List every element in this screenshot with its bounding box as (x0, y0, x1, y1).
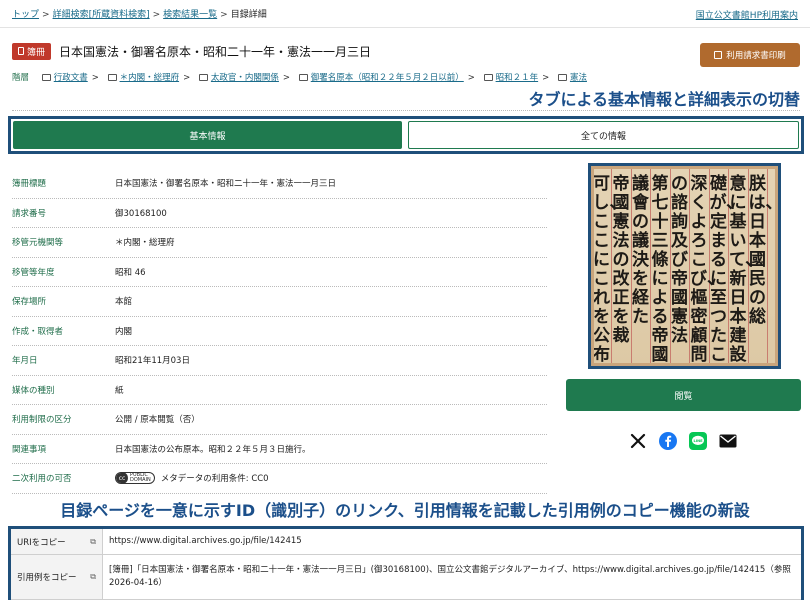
metadata-value: 御30168100 (115, 208, 167, 219)
copy-icon: ⧉ (90, 572, 96, 581)
metadata-label: 移管等年度 (12, 267, 55, 278)
metadata-label: 年月日 (12, 356, 38, 367)
metadata-table: 簿冊標題 日本国憲法・御署名原本・昭和二十一年・憲法一一月三日請求番号 御30168… (12, 169, 547, 494)
metadata-value: 本館 (115, 297, 133, 308)
metadata-row: 作成・取得者 内閣 (12, 317, 547, 346)
hierarchy-item[interactable]: 昭和２１年 (496, 73, 539, 83)
hierarchy-item[interactable]: 太政官・内閣関係 (211, 73, 279, 83)
folder-icon (298, 74, 308, 81)
line-icon[interactable]: LINE (688, 431, 708, 451)
hierarchy-item[interactable]: 行政文書 (54, 73, 88, 83)
view-button[interactable]: 閲覧 (566, 379, 801, 411)
print-icon (714, 51, 723, 59)
hp-guide-link[interactable]: 国立公文書館HP利用案内 (696, 8, 798, 21)
annotation-tabs: タブによる基本情報と詳細表示の切替 (528, 90, 800, 109)
breadcrumb-results-link[interactable]: 検索結果一覧 (163, 10, 217, 20)
print-request-button[interactable]: 利用請求書印刷 (700, 43, 800, 67)
metadata-row: 請求番号 御30168100 (12, 199, 547, 228)
cc-circle: cc (116, 473, 128, 484)
citation-frame: URIをコピー ⧉ https://www.digital.archives.g… (8, 526, 804, 600)
breadcrumb-advanced-search-link[interactable]: 詳細検索[所蔵資料検索] (53, 10, 150, 20)
metadata-row: 媒体の種別 紙 (12, 376, 547, 405)
manuscript-column: 深くよろこび、樞密顧問 (690, 174, 724, 364)
metadata-row: 利用制限の区分 公開 / 原本閲覧（否） (12, 405, 547, 435)
copy-citation-button[interactable]: 引用例をコピー ⧉ (11, 555, 103, 599)
metadata-value-text: メタデータの利用条件: CC0 (160, 474, 269, 485)
folder-icon (483, 74, 493, 81)
cc0-badge-text: PUBLIC DOMAIN (130, 473, 151, 483)
metadata-label: 利用制限の区分 (12, 415, 72, 426)
hierarchy-item[interactable]: ＊内閣・総理府 (120, 73, 180, 83)
tab-basic-info[interactable]: 基本情報 (13, 121, 402, 149)
breadcrumb-top-link[interactable]: トップ (12, 10, 39, 20)
metadata-label: 関連事項 (12, 444, 47, 455)
metadata-label: 簿冊標題 (12, 179, 47, 190)
annotation-citation: 目録ページを一意に示すID（識別子）のリンク、引用情報を記載した引用例のコピー機… (60, 501, 750, 520)
metadata-value: 日本国憲法・御署名原本・昭和二十一年・憲法一一月三日 (115, 179, 337, 190)
metadata-value: ＊内閣・総理府 (115, 238, 175, 249)
divider (12, 110, 800, 111)
manuscript-column: 第七十三條による帝國 (651, 174, 669, 364)
citation-row: 引用例をコピー ⧉ [簿冊]「日本国憲法・御署名原本・昭和二十一年・憲法一一月三… (11, 555, 801, 600)
breadcrumb: トップ > 詳細検索[所蔵資料検索] > 検索結果一覧 > 目録詳細 (12, 10, 267, 20)
metadata-value: 昭和 46 (115, 267, 146, 278)
manuscript-column: 議會の議決を経た (632, 174, 649, 327)
cc0-badge-line: DOMAIN (130, 477, 151, 484)
metadata-value: 昭和21年11月03日 (115, 356, 190, 367)
uri-row: URIをコピー ⧉ https://www.digital.archives.g… (11, 529, 801, 555)
metadata-row: 簿冊標題 日本国憲法・御署名原本・昭和二十一年・憲法一一月三日 (12, 169, 547, 199)
manuscript-column: 可し、ここにこれを公布せしめる。 (594, 174, 627, 364)
metadata-label: 二次利用の可否 (12, 474, 72, 485)
cc0-license-icon[interactable]: cc PUBLIC DOMAIN (115, 472, 155, 485)
svg-text:LINE: LINE (693, 439, 703, 443)
thumbnail-frame[interactable]: 朕は、日本國民の総意に基いて、新日本建設の礎が、定まるに至つたことを、深くよろこ… (588, 163, 781, 369)
metadata-value: 紙 (115, 385, 124, 396)
share-icons: LINE (628, 431, 738, 451)
folder-icon (557, 74, 567, 81)
metadata-value: 内閣 (115, 326, 133, 337)
record-type-badge: 簿冊 (12, 42, 52, 60)
metadata-value: cc PUBLIC DOMAIN メタデータの利用条件: CC0 (115, 472, 269, 485)
document-thumbnail[interactable]: 朕は、日本國民の総意に基いて、新日本建設の礎が、定まるに至つたことを、深くよろこ… (594, 169, 775, 363)
hierarchy-path: 階層 行政文書 > ＊内閣・総理府 > 太政官・内閣関係 > 御署名原本（昭和２２年５… (12, 73, 587, 83)
book-icon (18, 47, 24, 55)
x-icon[interactable] (628, 431, 648, 451)
tab-frame: 基本情報 全ての情報 (8, 116, 804, 154)
metadata-value: 公開 / 原本閲覧（否） (115, 415, 200, 426)
copy-uri-button[interactable]: URIをコピー ⧉ (11, 529, 103, 554)
metadata-row: 二次利用の可否 cc PUBLIC DOMAIN メタデータの利用条件: CC0 (12, 464, 547, 494)
metadata-label: 請求番号 (12, 208, 47, 219)
hierarchy-label: 階層 (12, 73, 30, 83)
manuscript-column: の諮詢及び帝國憲法 (671, 174, 688, 346)
uri-value: https://www.digital.archives.go.jp/file/… (109, 536, 302, 546)
metadata-row: 保存場所 本館 (12, 287, 547, 317)
folder-icon (107, 74, 117, 81)
metadata-label: 媒体の種別 (12, 385, 55, 396)
metadata-row: 関連事項 日本国憲法の公布原本。昭和２２年５月３日施行。 (12, 435, 547, 464)
tab-all-info[interactable]: 全ての情報 (408, 121, 799, 149)
hierarchy-item[interactable]: 御署名原本（昭和２２年５月２日以前） (311, 73, 464, 83)
metadata-row: 移管等年度 昭和 46 (12, 258, 547, 287)
metadata-value: 日本国憲法の公布原本。昭和２２年５月３日施行。 (115, 444, 311, 455)
folder-icon (198, 74, 208, 81)
record-title-row: 簿冊 日本国憲法・御署名原本・昭和二十一年・憲法一一月三日 (12, 40, 371, 62)
metadata-label: 作成・取得者 (12, 326, 64, 337)
top-bar: トップ > 詳細検索[所蔵資料検索] > 検索結果一覧 > 目録詳細 国立公文書館HP利用案… (0, 0, 810, 28)
facebook-icon[interactable] (658, 431, 678, 451)
page-title: 日本国憲法・御署名原本・昭和二十一年・憲法一一月三日 (59, 44, 372, 59)
copy-icon: ⧉ (90, 536, 96, 546)
metadata-row: 年月日 昭和21年11月03日 (12, 346, 547, 376)
metadata-label: 移管元機関等 (12, 238, 64, 249)
mail-icon[interactable] (718, 431, 738, 451)
hierarchy-item[interactable]: 憲法 (570, 73, 587, 83)
metadata-row: 移管元機関等 ＊内閣・総理府 (12, 228, 547, 258)
citation-value: [簿冊]「日本国憲法・御署名原本・昭和二十一年・憲法一一月三日」(御301681… (109, 565, 791, 588)
metadata-label: 保存場所 (12, 297, 47, 308)
breadcrumb-current: 目録詳細 (230, 10, 267, 20)
folder-icon (41, 74, 51, 81)
